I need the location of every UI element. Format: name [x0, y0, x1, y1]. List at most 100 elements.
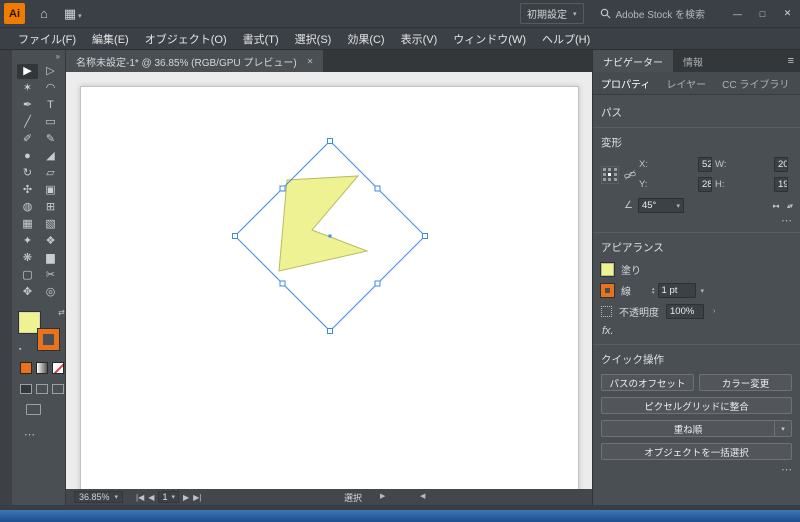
stroke-label[interactable]: 線: [621, 283, 631, 298]
minimize-button[interactable]: —: [725, 0, 750, 27]
perspective-grid-tool[interactable]: ⊞: [40, 200, 61, 215]
reference-point-locator[interactable]: [601, 165, 619, 184]
pencil-tool[interactable]: ✎: [40, 132, 61, 147]
menu-help[interactable]: ヘルプ(H): [534, 31, 598, 47]
draw-inside-button[interactable]: [52, 384, 64, 394]
none-button[interactable]: [52, 362, 64, 374]
selection-handle[interactable]: [374, 280, 381, 287]
selection-handle[interactable]: [279, 185, 286, 192]
draw-behind-button[interactable]: [36, 384, 48, 394]
pen-tool[interactable]: ✒: [17, 98, 38, 113]
w-field[interactable]: 202.233: [774, 157, 788, 172]
gradient-tool[interactable]: ▧: [40, 217, 61, 232]
panel-menu-icon[interactable]: ≡: [782, 50, 800, 72]
line-segment-tool[interactable]: ╱: [17, 115, 38, 130]
paintbrush-tool[interactable]: ✐: [17, 132, 38, 147]
menu-type[interactable]: 書式(T): [235, 31, 287, 47]
width-tool[interactable]: ✣: [17, 183, 38, 198]
symbol-sprayer-tool[interactable]: ❋: [17, 251, 38, 266]
fill-color-swatch[interactable]: [601, 263, 614, 276]
next-artboard-icon[interactable]: ▶: [183, 493, 189, 502]
opacity-label[interactable]: 不透明度: [619, 304, 659, 319]
windows-taskbar[interactable]: [0, 510, 800, 522]
selection-handle[interactable]: [327, 328, 333, 334]
shape-builder-tool[interactable]: ◍: [17, 200, 38, 215]
type-tool[interactable]: T: [40, 98, 61, 113]
menu-window[interactable]: ウィンドウ(W): [445, 31, 534, 47]
home-icon[interactable]: ⌂: [32, 6, 56, 21]
angle-field[interactable]: 45° ▾: [637, 198, 684, 213]
constrain-proportions-icon[interactable]: [624, 168, 636, 182]
menu-edit[interactable]: 編集(E): [84, 31, 137, 47]
free-transform-tool[interactable]: ▣: [40, 183, 61, 198]
close-button[interactable]: ✕: [775, 0, 800, 27]
color-button[interactable]: [20, 362, 32, 374]
zoom-tool[interactable]: ◎: [40, 285, 61, 300]
edit-toolbar-icon[interactable]: ⋯: [24, 428, 35, 441]
flip-horizontal-icon[interactable]: ▸◂: [773, 202, 779, 210]
tab-close-icon[interactable]: ✕: [307, 57, 314, 66]
magic-wand-tool[interactable]: ✶: [17, 81, 38, 96]
swap-fill-stroke-icon[interactable]: ⇄: [58, 308, 65, 317]
screen-mode-button[interactable]: [26, 404, 41, 415]
artboard-tool[interactable]: ▢: [17, 268, 38, 283]
mesh-tool[interactable]: ▦: [17, 217, 38, 232]
fill-swatch[interactable]: [19, 312, 40, 333]
opacity-mask-icon[interactable]: [601, 306, 612, 317]
adobe-stock-search-input[interactable]: Adobe Stock を検索: [600, 6, 705, 21]
tab-navigator[interactable]: ナビゲーター: [593, 50, 673, 72]
blob-brush-tool[interactable]: ●: [17, 149, 38, 164]
y-field[interactable]: 283.879: [698, 177, 712, 192]
stroke-weight-field[interactable]: 1 pt: [657, 283, 696, 298]
previous-artboard-icon[interactable]: ◀: [148, 493, 154, 502]
hand-tool[interactable]: ✥: [17, 285, 38, 300]
recolor-button[interactable]: カラー変更: [699, 374, 792, 391]
stroke-swatch[interactable]: [38, 329, 59, 350]
gradient-button[interactable]: [36, 362, 48, 374]
selection-handle[interactable]: [374, 185, 381, 192]
selection-handle[interactable]: [279, 280, 286, 287]
selection-handle[interactable]: [232, 233, 238, 239]
first-artboard-icon[interactable]: |◀: [136, 493, 144, 502]
stepper-arrows-icon[interactable]: ▴ ▾: [652, 286, 655, 295]
menu-object[interactable]: オブジェクト(O): [137, 31, 235, 47]
eyedropper-tool[interactable]: ✦: [17, 234, 38, 249]
menu-file[interactable]: ファイル(F): [10, 31, 84, 47]
x-field[interactable]: 521.46 p: [698, 157, 712, 172]
default-fill-stroke-icon[interactable]: ▪: [19, 346, 21, 353]
h-field[interactable]: 191.626: [774, 177, 788, 192]
document-tab[interactable]: 名称未設定-1* @ 36.85% (RGB/GPU プレビュー) ✕: [66, 50, 324, 72]
selection-tool[interactable]: ▶: [17, 64, 38, 79]
quick-actions-more-icon[interactable]: ⋯: [601, 465, 792, 476]
toolbar-collapse-icon[interactable]: »: [56, 52, 60, 61]
tab-info[interactable]: 情報: [673, 50, 713, 72]
scroll-right-icon[interactable]: ▶: [380, 492, 385, 500]
transform-more-options-icon[interactable]: ⋯: [601, 216, 792, 227]
align-pixel-grid-button[interactable]: ピクセルグリッドに整合: [601, 397, 792, 414]
last-artboard-icon[interactable]: ▶|: [193, 493, 201, 502]
fx-button[interactable]: fx.: [602, 325, 792, 337]
offset-path-button[interactable]: パスのオフセット: [601, 374, 694, 391]
selection-handle[interactable]: [327, 138, 333, 144]
selected-shape[interactable]: [278, 175, 369, 272]
column-graph-tool[interactable]: ▆: [40, 251, 61, 266]
stroke-color-swatch[interactable]: [601, 284, 614, 297]
tab-properties[interactable]: プロパティ: [593, 76, 658, 91]
blend-tool[interactable]: ❖: [40, 234, 61, 249]
artboard-number-field[interactable]: 1 ▾: [158, 491, 179, 503]
scale-tool[interactable]: ▱: [40, 166, 61, 181]
menu-select[interactable]: 選択(S): [287, 31, 340, 47]
zoom-dropdown[interactable]: 36.85% ▾: [74, 491, 124, 503]
lasso-tool[interactable]: ◠: [40, 81, 61, 96]
tab-cc-libraries[interactable]: CC ライブラリ: [714, 76, 797, 91]
chevron-right-icon[interactable]: ›: [713, 308, 715, 315]
canvas[interactable]: [66, 72, 592, 489]
selection-handle[interactable]: [422, 233, 428, 239]
opacity-field[interactable]: 100%: [666, 304, 704, 319]
draw-normal-button[interactable]: [20, 384, 32, 394]
slice-tool[interactable]: ✂: [40, 268, 61, 283]
select-similar-objects-button[interactable]: オブジェクトを一括選択: [601, 443, 792, 460]
rotate-tool[interactable]: ↻: [17, 166, 38, 181]
scroll-left-icon[interactable]: ◀: [420, 492, 425, 500]
maximize-button[interactable]: □: [750, 0, 775, 27]
